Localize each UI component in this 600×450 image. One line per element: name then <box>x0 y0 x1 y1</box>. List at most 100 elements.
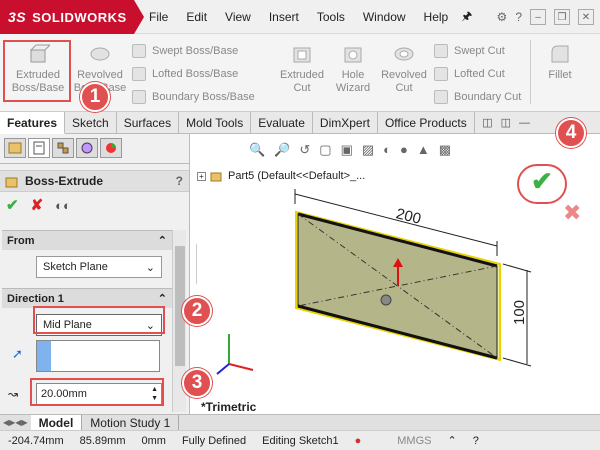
status-x: -204.74mm <box>8 434 64 447</box>
menu-help[interactable]: Help <box>415 10 458 24</box>
swept-boss-button[interactable]: Swept Boss/Base <box>132 44 238 58</box>
fillet-button[interactable]: Fillet <box>540 42 580 82</box>
property-icon <box>33 141 45 155</box>
from-groupbox: From ⌃ Sketch Plane ⌄ <box>2 230 172 286</box>
menu-tools[interactable]: Tools <box>308 10 354 24</box>
from-header[interactable]: From ⌃ <box>2 230 172 250</box>
from-select-value: Sketch Plane <box>43 261 108 273</box>
tab-dimxpert[interactable]: DimXpert <box>313 112 378 134</box>
tab-sketch[interactable]: Sketch <box>65 112 117 134</box>
property-manager-tab[interactable] <box>28 138 50 158</box>
extruded-cut-icon <box>293 47 311 63</box>
title-bar: 3S SOLIDWORKS File Edit View Insert Tool… <box>0 0 600 34</box>
status-units[interactable]: MMGS <box>389 435 439 447</box>
restore-button[interactable]: ❐ <box>554 9 570 25</box>
direction-arrow-icon[interactable]: ➚ <box>12 346 23 362</box>
swept-cut-button[interactable]: Swept Cut <box>434 44 505 58</box>
command-tabs: Features Sketch Surfaces Mold Tools Eval… <box>0 112 600 134</box>
fillet-label: Fillet <box>548 69 572 81</box>
origin-marker <box>380 294 392 306</box>
tile-icon[interactable]: ◫ <box>482 116 492 129</box>
boundary-boss-icon <box>132 90 146 104</box>
help-icon[interactable]: ? <box>515 10 522 24</box>
tab-nav-icons[interactable]: ◀▶◀▶ <box>0 418 31 427</box>
hole-wizard-button[interactable]: Hole Wizard <box>330 42 376 95</box>
height-dimension[interactable]: 100 <box>511 300 528 325</box>
collapse-chevrons-icon[interactable]: ⌃ <box>158 234 167 247</box>
preview-glasses-icon[interactable]: ◐◐ <box>55 198 71 213</box>
menu-bar: File Edit View Insert Tools Window Help … <box>140 0 472 34</box>
swept-boss-label: Swept Boss/Base <box>152 45 239 57</box>
property-manager-panel: Boss-Extrude ? ✔ ✘ ◐◐ From ⌃ Sketch Plane… <box>0 134 190 414</box>
lofted-cut-label: Lofted Cut <box>454 68 505 80</box>
triad-x <box>228 363 254 371</box>
menu-file[interactable]: File <box>140 10 177 24</box>
revolved-cut-button[interactable]: Revolved Cut <box>378 42 430 95</box>
ds-logo-icon: 3S <box>8 9 27 25</box>
menu-view[interactable]: View <box>216 10 260 24</box>
status-mode: Editing Sketch1 <box>262 434 339 447</box>
tab-surfaces[interactable]: Surfaces <box>117 112 180 134</box>
tab-evaluate[interactable]: Evaluate <box>251 112 313 134</box>
pin-icon[interactable]: 🖈 <box>461 7 472 28</box>
boundary-boss-label: Boundary Boss/Base <box>152 91 255 103</box>
boundary-boss-button[interactable]: Boundary Boss/Base <box>132 90 255 104</box>
split-icon[interactable]: ◫ <box>501 116 511 129</box>
extruded-cut-button[interactable]: Extruded Cut <box>276 42 328 95</box>
minimize-button[interactable]: – <box>530 9 546 25</box>
configuration-icon <box>57 142 69 154</box>
display-manager-tab[interactable] <box>100 138 122 158</box>
search-commands-icon[interactable]: ⚙ <box>497 10 508 24</box>
dimxpert-tab[interactable] <box>76 138 98 158</box>
confirm-check-icon[interactable]: ✔ <box>531 166 553 197</box>
swept-cut-icon <box>434 44 448 58</box>
rebuild-traffic-light-icon[interactable]: ● <box>347 435 370 447</box>
menu-insert[interactable]: Insert <box>260 10 308 24</box>
tab-office-products[interactable]: Office Products <box>378 112 475 134</box>
selection-indicator <box>37 341 51 371</box>
status-z: 0mm <box>141 434 166 447</box>
ok-check-icon[interactable]: ✔ <box>6 196 19 214</box>
menu-window[interactable]: Window <box>354 10 415 24</box>
from-select[interactable]: Sketch Plane ⌄ <box>36 256 162 278</box>
tab-features[interactable]: Features <box>0 112 66 134</box>
cancel-x-icon[interactable]: ✖ <box>563 200 581 226</box>
boundary-cut-button[interactable]: Boundary Cut <box>434 90 521 104</box>
help-button[interactable]: ? <box>176 174 183 188</box>
view-orientation-label: *Trimetric <box>201 400 257 414</box>
menu-edit[interactable]: Edit <box>177 10 216 24</box>
hole-wizard-label: Hole Wizard <box>335 69 371 94</box>
callout-2: 2 <box>182 296 212 326</box>
help-icon[interactable]: ? <box>465 435 487 447</box>
from-label: From <box>7 234 35 247</box>
configuration-tab[interactable] <box>52 138 74 158</box>
solidworks-logo: 3S SOLIDWORKS <box>0 0 144 34</box>
feature-header: Boss-Extrude ? <box>0 170 189 192</box>
swept-boss-icon <box>132 44 146 58</box>
boss-extrude-icon <box>5 177 18 188</box>
tab-mold-tools[interactable]: Mold Tools <box>179 112 252 134</box>
tab-motion-study[interactable]: Motion Study 1 <box>82 414 180 431</box>
dimxpert-icon <box>81 142 93 154</box>
collapse-chevrons-icon[interactable]: ⌃ <box>158 292 167 305</box>
close-button[interactable]: ✕ <box>578 9 594 25</box>
cancel-x-icon[interactable]: ✘ <box>31 196 44 214</box>
triad-z <box>216 363 230 375</box>
direction1-header[interactable]: Direction 1 ⌃ <box>2 288 172 308</box>
extruded-cut-label: Extruded Cut <box>279 69 325 94</box>
tab-model[interactable]: Model <box>30 414 83 431</box>
panel-tabs <box>0 134 189 164</box>
window-controls: ⚙ ? – ❐ ✕ <box>497 0 600 34</box>
boundary-cut-label: Boundary Cut <box>454 91 522 103</box>
feature-tree-tab[interactable] <box>4 138 26 158</box>
lofted-cut-button[interactable]: Lofted Cut <box>434 67 505 81</box>
graphics-area[interactable]: 🔍 🔎 ↺ ▢ ▣ ▨ ◐ ● ▲ ▩ + Part5 (Default<<De… <box>191 134 600 414</box>
feature-tree-icon <box>8 142 22 154</box>
direction-selection-box[interactable] <box>36 340 160 372</box>
units-chevron-icon[interactable]: ⌃ <box>439 434 464 447</box>
collapse-icon[interactable]: — <box>519 117 530 129</box>
lofted-boss-button[interactable]: Lofted Boss/Base <box>132 67 238 81</box>
callout-4: 4 <box>556 118 586 148</box>
swept-cut-label: Swept Cut <box>454 45 505 57</box>
callout-3: 3 <box>182 368 212 398</box>
